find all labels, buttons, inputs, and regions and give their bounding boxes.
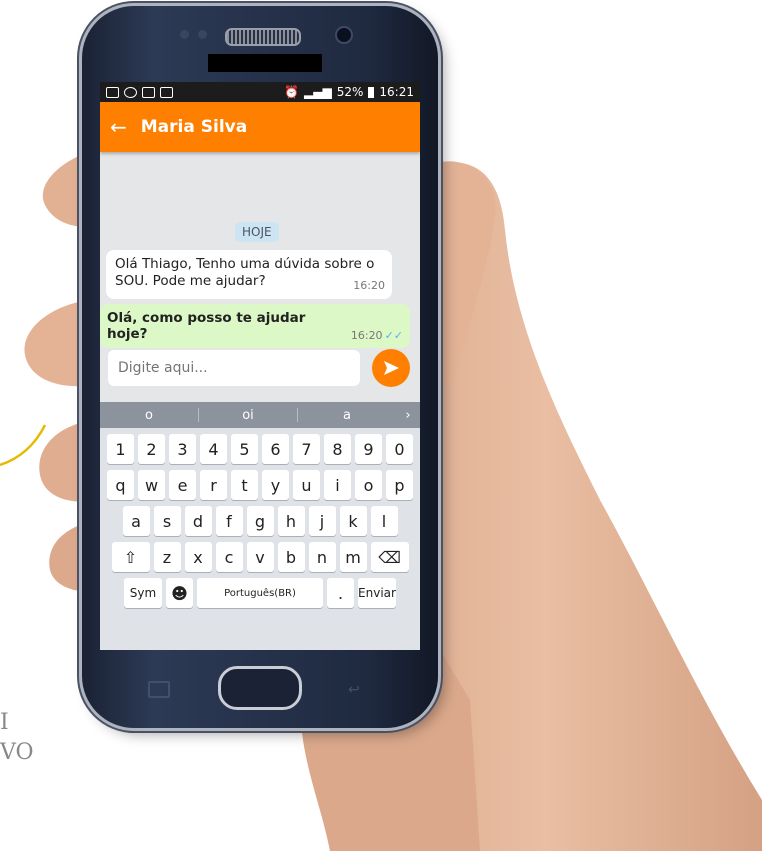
key[interactable]: 5 (231, 434, 258, 464)
message-time: 16:20 (353, 279, 385, 292)
status-bar: ⏰ ▂▄▆ 52% 16:21 (100, 82, 420, 102)
key[interactable]: u (293, 470, 320, 500)
enter-key[interactable]: Enviar (358, 578, 396, 608)
letter-row-3: ⇧ z x c v b n m ⌫ (100, 542, 420, 572)
key[interactable]: 1 (107, 434, 134, 464)
mail-icon (142, 86, 155, 98)
message-text: Olá, como posso te ajudar hoje? (107, 310, 306, 342)
key[interactable]: f (215, 506, 243, 536)
battery-icon (368, 86, 375, 98)
key[interactable]: 2 (138, 434, 165, 464)
back-nav-icon[interactable]: ↩ (348, 682, 360, 698)
phone-screen: ⏰ ▂▄▆ 52% 16:21 ← Maria Silva HOJE Olá T… (100, 82, 420, 650)
key[interactable]: r (200, 470, 227, 500)
suggestion-item[interactable]: o (100, 408, 198, 423)
key[interactable]: v (246, 542, 274, 572)
key[interactable]: s (153, 506, 181, 536)
outgoing-message[interactable]: Olá, como posso te ajudar hoje? 16:20 ✓✓ (100, 304, 410, 348)
key[interactable]: j (308, 506, 336, 536)
key[interactable]: z (153, 542, 181, 572)
double-check-icon: ✓✓ (384, 329, 403, 342)
key[interactable]: t (231, 470, 258, 500)
suggestion-item[interactable]: a (298, 408, 396, 423)
key[interactable]: 9 (355, 434, 382, 464)
backspace-icon[interactable]: ⌫ (370, 542, 409, 572)
key[interactable]: l (370, 506, 398, 536)
clock: 16:21 (379, 85, 414, 99)
key[interactable]: m (339, 542, 367, 572)
battery-percent: 52% (336, 85, 364, 99)
sym-key[interactable]: Sym (124, 578, 162, 608)
key[interactable]: 0 (386, 434, 413, 464)
suggestion-item[interactable]: oi (199, 408, 297, 423)
front-camera-icon (335, 26, 353, 44)
key[interactable]: 8 (324, 434, 351, 464)
composer (100, 344, 420, 392)
key[interactable]: n (308, 542, 336, 572)
key[interactable]: e (169, 470, 196, 500)
suggestion-bar: o oi a › (100, 402, 420, 428)
sensor-dot (198, 30, 207, 39)
key[interactable]: q (107, 470, 134, 500)
key[interactable]: w (138, 470, 165, 500)
key[interactable]: 3 (169, 434, 196, 464)
redaction-bar (208, 54, 322, 72)
earpiece-speaker (225, 28, 301, 46)
key[interactable]: h (277, 506, 305, 536)
contact-name: Maria Silva (140, 117, 248, 137)
letter-row-2: a s d f g h j k l (100, 506, 420, 536)
home-button[interactable] (218, 666, 302, 710)
arrow-left-icon[interactable]: ← (110, 115, 127, 139)
voicemail-icon (160, 86, 173, 98)
key[interactable]: 4 (200, 434, 227, 464)
key[interactable]: x (184, 542, 212, 572)
shift-icon[interactable]: ⇧ (111, 542, 150, 572)
message-input[interactable] (108, 350, 360, 386)
emoji-icon[interactable]: ☻ (166, 578, 193, 608)
key[interactable]: c (215, 542, 243, 572)
key[interactable]: b (277, 542, 305, 572)
letter-row-1: q w e r t y u i o p (100, 470, 420, 500)
bottom-row: Sym ☻ Português(BR) . Enviar (100, 578, 420, 608)
period-key[interactable]: . (327, 578, 354, 608)
recent-apps-icon[interactable] (148, 681, 170, 698)
chevron-right-icon[interactable]: › (396, 408, 420, 423)
key[interactable]: k (339, 506, 367, 536)
alarm-icon: ⏰ (284, 85, 300, 99)
whatsapp-icon (124, 86, 137, 98)
keyboard: o oi a › 1 2 3 4 5 6 7 8 9 0 q w e r t y… (100, 402, 420, 650)
key[interactable]: i (324, 470, 351, 500)
key[interactable]: a (122, 506, 150, 536)
message-text: Olá Thiago, Tenho uma dúvida sobre o SOU… (115, 256, 375, 289)
send-icon[interactable] (372, 349, 410, 387)
message-time: 16:20 (350, 329, 383, 342)
key[interactable]: g (246, 506, 274, 536)
sensor-dot (180, 30, 189, 39)
space-key[interactable]: Português(BR) (197, 578, 323, 608)
incoming-message[interactable]: Olá Thiago, Tenho uma dúvida sobre o SOU… (106, 250, 392, 299)
key[interactable]: 7 (293, 434, 320, 464)
key[interactable]: 6 (262, 434, 289, 464)
number-row: 1 2 3 4 5 6 7 8 9 0 (100, 434, 420, 464)
app-bar: ← Maria Silva (100, 102, 420, 152)
key[interactable]: p (386, 470, 413, 500)
signal-icon: ▂▄▆ (304, 85, 332, 99)
key[interactable]: d (184, 506, 212, 536)
notification-icon (106, 86, 119, 98)
day-divider: HOJE (235, 222, 279, 242)
key[interactable]: y (262, 470, 289, 500)
key[interactable]: o (355, 470, 382, 500)
